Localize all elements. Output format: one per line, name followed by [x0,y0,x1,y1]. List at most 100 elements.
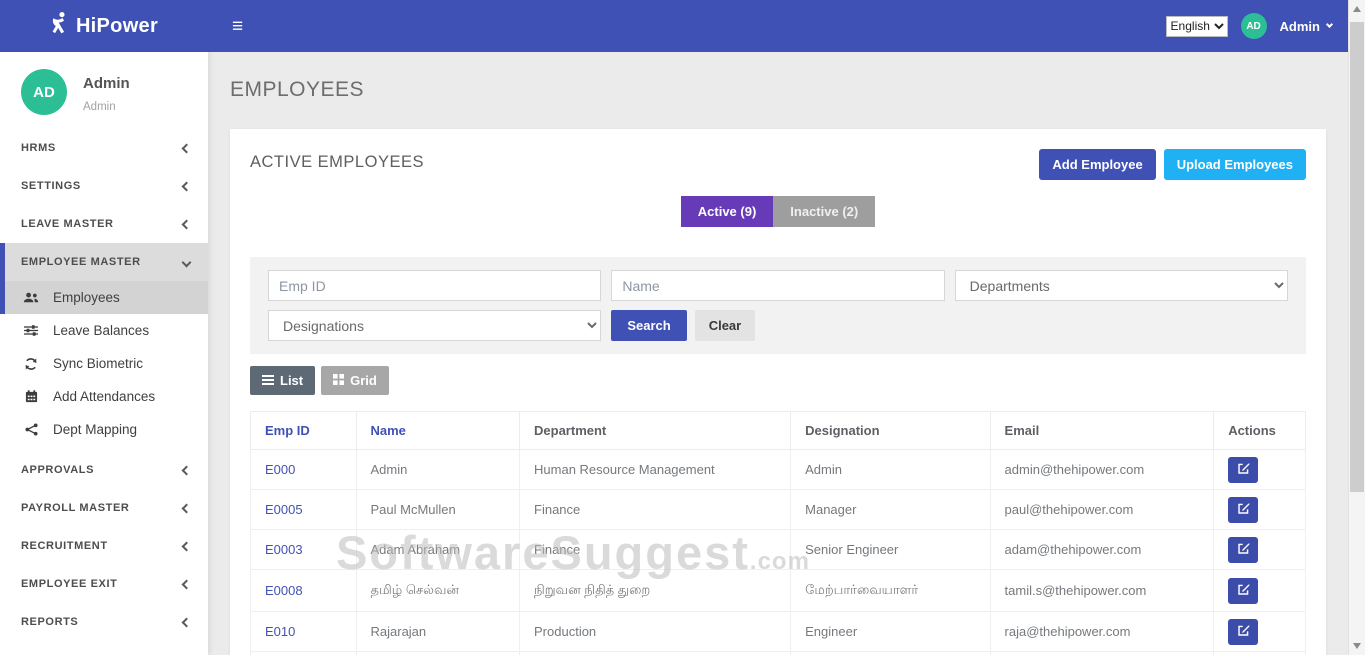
header-designation: Designation [790,411,991,450]
cell-designation: Senior Engineer [790,529,991,570]
employees-panel: ACTIVE EMPLOYEES Add Employee Upload Emp… [230,129,1326,655]
emp-id-link[interactable]: E0008 [265,583,303,598]
sidebar-profile: AD Admin Admin [0,52,208,129]
edit-icon [1237,583,1250,599]
scrollbar-thumb[interactable] [1350,22,1364,492]
header-name[interactable]: Name [355,411,521,450]
chevron-left-icon [181,181,192,191]
sidebar-group-employee-exit[interactable]: EMPLOYEE EXIT [0,565,208,603]
emp-id-link[interactable]: E0005 [265,502,303,517]
chevron-down-icon [1325,20,1334,29]
sidebar: AD Admin Admin HRMS SETTINGS LEAVE MASTE… [0,52,208,655]
profile-role: Admin [83,101,116,113]
edit-button[interactable] [1228,618,1259,645]
departments-select[interactable]: Departments [954,270,1288,301]
scroll-down-arrow-icon[interactable] [1353,643,1361,649]
grid-view-button[interactable]: Grid [321,366,389,395]
users-icon [23,291,39,304]
header-emp-id[interactable]: Emp ID [250,411,357,450]
sidebar-item-label: Leave Balances [53,323,150,338]
list-icon [262,373,274,388]
table-header-row: Emp ID Name Department Designation Email… [250,411,1306,450]
cell-email: sakthi@thehipower.com [989,651,1215,655]
cell-department: Production [519,611,792,652]
search-button[interactable]: Search [611,310,687,341]
sidebar-group-leave-master[interactable]: LEAVE MASTER [0,205,208,243]
edit-button[interactable] [1228,577,1259,604]
emp-id-link[interactable]: E000 [265,462,295,477]
sidebar-item-add-attendances[interactable]: Add Attendances [0,380,208,413]
emp-id-link[interactable]: E010 [265,624,295,639]
list-view-button[interactable]: List [250,366,316,395]
hamburger-menu-icon[interactable]: ≡ [232,17,243,36]
edit-button[interactable] [1228,456,1259,483]
navbar-avatar[interactable]: AD [1240,13,1267,39]
cell-department: Human Resource Management [519,449,792,490]
table-row: E000 Admin Human Resource Management Adm… [250,449,1306,490]
cell-designation: Manager [790,489,991,530]
clear-button[interactable]: Clear [694,310,756,341]
cell-name: Admin [355,449,521,490]
tab-inactive[interactable]: Inactive (2) [773,196,876,227]
sidebar-group-settings[interactable]: SETTINGS [0,167,208,205]
table-row: E0005 Paul McMullen Finance Manager paul… [250,489,1306,530]
edit-icon [1237,462,1250,478]
view-toggle: List Grid [250,366,1306,395]
sidebar-group-hrms[interactable]: HRMS [0,129,208,167]
cell-email: adam@thehipower.com [989,529,1215,570]
upload-employees-button[interactable]: Upload Employees [1163,149,1306,180]
sidebar-item-leave-balances[interactable]: Leave Balances [0,314,208,347]
sidebar-item-label: Add Attendances [53,389,156,404]
brand-icon [50,11,69,41]
edit-icon [1237,542,1250,558]
chevron-left-icon [181,143,192,153]
status-tabs: Active (9) Inactive (2) [250,196,1306,227]
edit-icon [1237,502,1250,518]
add-employee-button[interactable]: Add Employee [1039,149,1156,180]
table-row: E0008 தமிழ் செல்வன் நிறுவன நிதித் துறை ம… [250,569,1306,612]
calendar-icon [23,390,39,403]
chevron-left-icon [181,503,192,513]
table-row: E0011 Sakthivel Production Senior Develo… [250,651,1306,655]
sidebar-avatar: AD [21,69,67,115]
scroll-up-arrow-icon[interactable] [1353,6,1361,12]
emp-id-input[interactable] [268,270,602,301]
sidebar-item-dept-mapping[interactable]: Dept Mapping [0,413,208,446]
chevron-left-icon [181,541,192,551]
sync-icon [23,357,39,371]
header-department: Department [519,411,792,450]
designations-select[interactable]: Designations [268,310,602,341]
cell-name: தமிழ் செல்வன் [355,569,521,612]
language-select[interactable]: English [1165,15,1228,37]
sidebar-group-approvals[interactable]: APPROVALS [0,451,208,489]
name-input[interactable] [611,270,945,301]
edit-button[interactable] [1228,536,1259,563]
cell-department: Production [519,651,792,655]
edit-button[interactable] [1228,496,1259,523]
cell-email: paul@thehipower.com [989,489,1215,530]
cell-designation: மேற்பார்வையாளர் [790,569,991,612]
sidebar-item-employees[interactable]: Employees [0,281,208,314]
top-navbar: HiPower ≡ English AD Admin [0,0,1348,52]
filter-bar: Departments Designations Search Clear [250,257,1306,354]
table-row: E010 Rajarajan Production Engineer raja@… [250,611,1306,652]
cell-email: tamil.s@thehipower.com [989,569,1215,612]
app-logo[interactable]: HiPower [0,11,208,41]
vertical-scrollbar[interactable] [1348,0,1365,655]
sidebar-item-label: Sync Biometric [53,356,144,371]
header-actions: Actions [1213,411,1306,450]
cell-email: admin@thehipower.com [989,449,1215,490]
page-title: EMPLOYEES [230,78,365,101]
sidebar-group-reports[interactable]: REPORTS [0,603,208,641]
sidebar-group-payroll-master[interactable]: PAYROLL MASTER [0,489,208,527]
sidebar-item-sync-biometric[interactable]: Sync Biometric [0,347,208,380]
sidebar-group-recruitment[interactable]: RECRUITMENT [0,527,208,565]
user-menu[interactable]: Admin [1280,19,1334,34]
emp-id-link[interactable]: E0003 [265,542,303,557]
chevron-left-icon [181,465,192,475]
chevron-left-icon [181,617,192,627]
tab-active[interactable]: Active (9) [680,196,774,227]
cell-name: Paul McMullen [355,489,521,530]
cell-email: raja@thehipower.com [989,611,1215,652]
sidebar-group-employee-master[interactable]: EMPLOYEE MASTER [0,243,208,281]
